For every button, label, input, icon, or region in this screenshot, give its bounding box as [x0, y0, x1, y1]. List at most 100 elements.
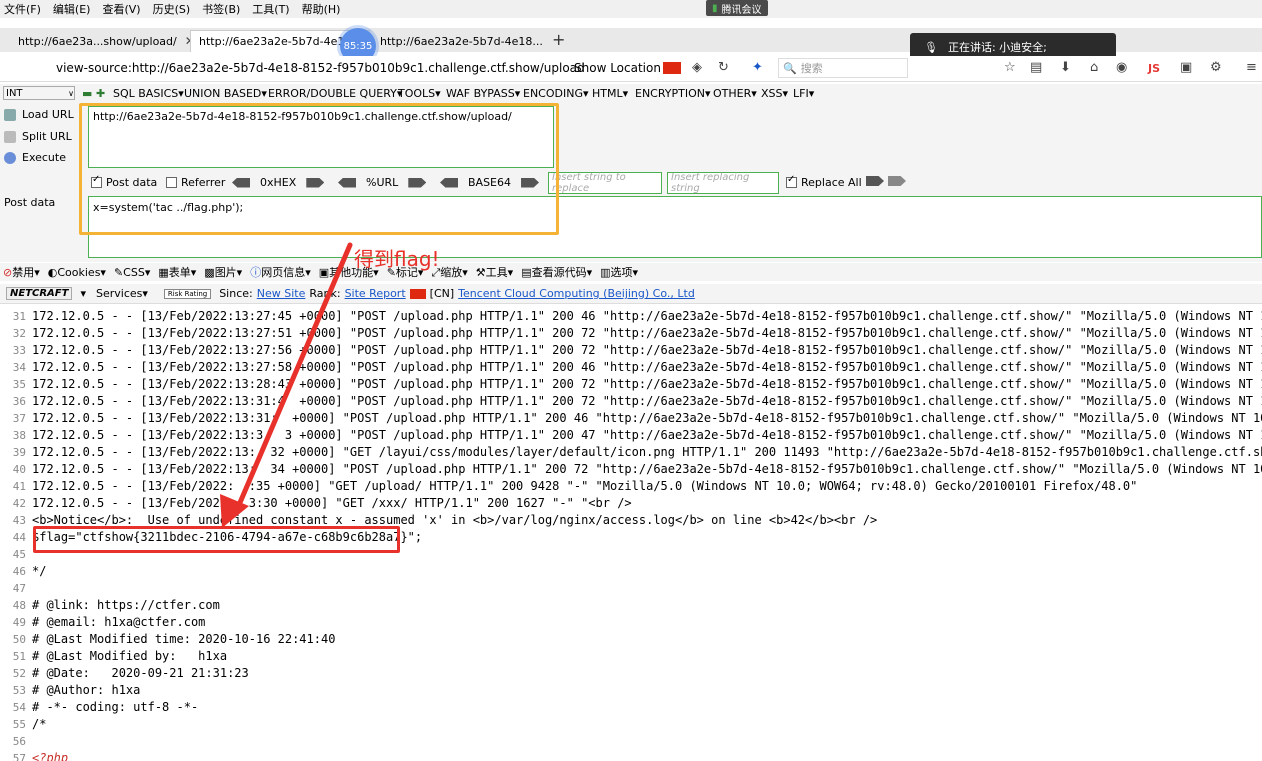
- hackbar-menu-html[interactable]: HTML▾: [592, 87, 628, 100]
- arrow-right-outline-icon[interactable]: [888, 176, 906, 186]
- insert-replacing-input[interactable]: Insert replacing string: [667, 172, 779, 194]
- css-menu[interactable]: ✎CSS▾: [114, 266, 150, 279]
- options-label: 选项▾: [610, 266, 639, 279]
- netcraft-dropdown-icon[interactable]: ▾: [80, 287, 86, 300]
- home-icon[interactable]: ⌂: [1090, 60, 1098, 75]
- menu-edit[interactable]: 编辑(E): [53, 1, 91, 17]
- extension-icon[interactable]: ◈: [692, 60, 702, 75]
- javascript-icon[interactable]: JS: [1148, 62, 1160, 75]
- tab-upload-3[interactable]: http://6ae23a2e-5b7d-4e18... ✕: [372, 30, 544, 52]
- since-value[interactable]: New Site: [257, 287, 306, 300]
- code-text: 172.12.0.5 - - [13/Feb/2022: 3:30 +0000]…: [32, 496, 632, 510]
- image-icon: ▩: [204, 266, 215, 279]
- hackbar-menu-encryption[interactable]: ENCRYPTION▾: [635, 87, 711, 100]
- line-number: 33: [12, 344, 26, 357]
- tools-menu[interactable]: ⚒工具▾: [476, 264, 513, 280]
- address-bar-url[interactable]: view-source:http://6ae23a2e-5b7d-4e18-81…: [56, 61, 585, 75]
- line-number: 37: [12, 412, 26, 425]
- tab-title: http://6ae23a2e-5b7d-4e18.: [199, 35, 355, 48]
- hackbar-menu-other[interactable]: OTHER▾: [713, 87, 757, 100]
- search-icon: 🔍: [783, 61, 797, 75]
- code-line: 31 172.12.0.5 - - [13/Feb/2022:13:27:45 +…: [0, 308, 1262, 325]
- china-flag-icon: [663, 62, 681, 74]
- replace-arrows[interactable]: [866, 176, 906, 186]
- meeting-app-badge[interactable]: ▮ 腾讯会议: [706, 0, 768, 16]
- line-number: 52: [12, 667, 26, 680]
- search-input[interactable]: 🔍 搜索: [778, 58, 908, 78]
- show-location-button[interactable]: Show Location: [574, 61, 661, 75]
- tab-upload-1[interactable]: http://6ae23a...show/upload/ ✕: [10, 30, 190, 52]
- code-text: # @Author: h1xa: [32, 683, 141, 697]
- line-number: 43: [12, 514, 26, 527]
- code-text: 172.12.0.5 - - [13/Feb/2022:13: 32 +0000…: [32, 445, 1262, 459]
- tab-title: http://6ae23a...show/upload/: [18, 34, 177, 48]
- download-icon[interactable]: ⬇: [1060, 60, 1071, 75]
- microphone-icon: 🎙: [924, 40, 938, 54]
- menu-bar: 文件(F) 编辑(E) 查看(V) 历史(S) 书签(B) 工具(T) 帮助(H…: [0, 0, 1262, 18]
- execute-button[interactable]: Execute: [4, 151, 66, 164]
- menu-help[interactable]: 帮助(H): [302, 1, 341, 17]
- menu-bookmarks[interactable]: 书签(B): [202, 1, 240, 17]
- images-menu[interactable]: ▩图片▾: [204, 264, 242, 280]
- menu-history[interactable]: 历史(S): [153, 1, 191, 17]
- hackbar-menu-sql-basics[interactable]: SQL BASICS▾: [113, 87, 184, 100]
- hackbar-menu-lfi[interactable]: LFI▾: [793, 87, 814, 100]
- arrow-right-icon[interactable]: [866, 176, 884, 186]
- split-url-button[interactable]: Split URL: [4, 130, 72, 143]
- code-line: 55 /*: [0, 716, 1262, 733]
- settings-icon[interactable]: ⚙: [1210, 60, 1222, 75]
- host-link[interactable]: Tencent Cloud Computing (Beijing) Co., L…: [458, 287, 695, 300]
- replace-all-checkbox[interactable]: Replace All: [786, 174, 862, 189]
- bookmark-star-icon[interactable]: ☆: [1004, 60, 1016, 75]
- menu-view[interactable]: 查看(V): [102, 1, 140, 17]
- reload-icon[interactable]: ↻: [718, 60, 729, 75]
- insert-string-input[interactable]: Insert string to replace: [548, 172, 662, 194]
- hackbar-menu-error-double-query[interactable]: ERROR/DOUBLE QUERY▾: [268, 87, 402, 100]
- line-number: 38: [12, 429, 26, 442]
- info-icon: ⓘ: [250, 266, 262, 279]
- hackbar-type-select[interactable]: INT ∨: [3, 86, 75, 100]
- code-line: 56: [0, 733, 1262, 750]
- css-label: CSS▾: [123, 265, 151, 279]
- page-info-menu[interactable]: ⓘ网页信息▾: [250, 264, 311, 280]
- translate-icon[interactable]: ▣: [1180, 60, 1192, 75]
- globe-icon[interactable]: ◉: [1116, 60, 1127, 75]
- hackbar-menu-encoding[interactable]: ENCODING▾: [523, 87, 589, 100]
- pin-icon[interactable]: ✦: [752, 60, 763, 75]
- menu-icon[interactable]: ≡: [1246, 60, 1257, 75]
- cookies-menu[interactable]: ◐Cookies▾: [48, 266, 106, 279]
- code-text: /*: [32, 717, 47, 731]
- line-number: 32: [12, 327, 26, 340]
- menu-file[interactable]: 文件(F): [4, 1, 41, 17]
- hackbar-menu-xss[interactable]: XSS▾: [761, 87, 788, 100]
- code-line: 50 # @Last Modified time: 2020-10-16 22:4…: [0, 631, 1262, 648]
- new-tab-button[interactable]: +: [552, 30, 565, 49]
- options-menu[interactable]: ▥选项▾: [600, 264, 638, 280]
- forms-menu[interactable]: ▦表单▾: [158, 264, 196, 280]
- menu-tools[interactable]: 工具(T): [252, 1, 289, 17]
- services-menu[interactable]: Services▾: [96, 287, 148, 300]
- since-label: Since:: [219, 287, 253, 300]
- line-number: 51: [12, 650, 26, 663]
- execute-label: Execute: [22, 151, 66, 164]
- load-url-button[interactable]: Load URL: [4, 108, 74, 121]
- line-number: 31: [12, 310, 26, 323]
- hackbar-plus-icon[interactable]: ✚: [96, 87, 105, 100]
- disable-menu[interactable]: ⊘禁用▾: [3, 264, 40, 280]
- line-number: 54: [12, 701, 26, 714]
- reader-icon[interactable]: ▤: [1030, 60, 1042, 75]
- signal-icon: ▮: [712, 2, 718, 14]
- risk-rating-badge[interactable]: Risk Rating: [163, 288, 212, 299]
- replace-all-label: Replace All: [801, 176, 862, 189]
- hackbar-minus-icon[interactable]: ▬: [82, 87, 92, 100]
- post-data-panel-label: Post data: [4, 196, 56, 209]
- forms-label: 表单▾: [168, 266, 197, 279]
- hackbar-menu-waf-bypass[interactable]: WAF BYPASS▾: [446, 87, 520, 100]
- view-source-menu[interactable]: ▤查看源代码▾: [521, 264, 592, 280]
- netcraft-logo[interactable]: NETCRAFT: [6, 287, 73, 300]
- code-line: 41 172.12.0.5 - - [13/Feb/2022: :35 +0000…: [0, 478, 1262, 495]
- site-report-link[interactable]: Site Report: [345, 287, 406, 300]
- hackbar-menu-union-based[interactable]: UNION BASED▾: [184, 87, 267, 100]
- code-text: # @Last Modified by: h1xa: [32, 649, 228, 663]
- hackbar-menu-tools[interactable]: TOOLS▾: [398, 87, 441, 100]
